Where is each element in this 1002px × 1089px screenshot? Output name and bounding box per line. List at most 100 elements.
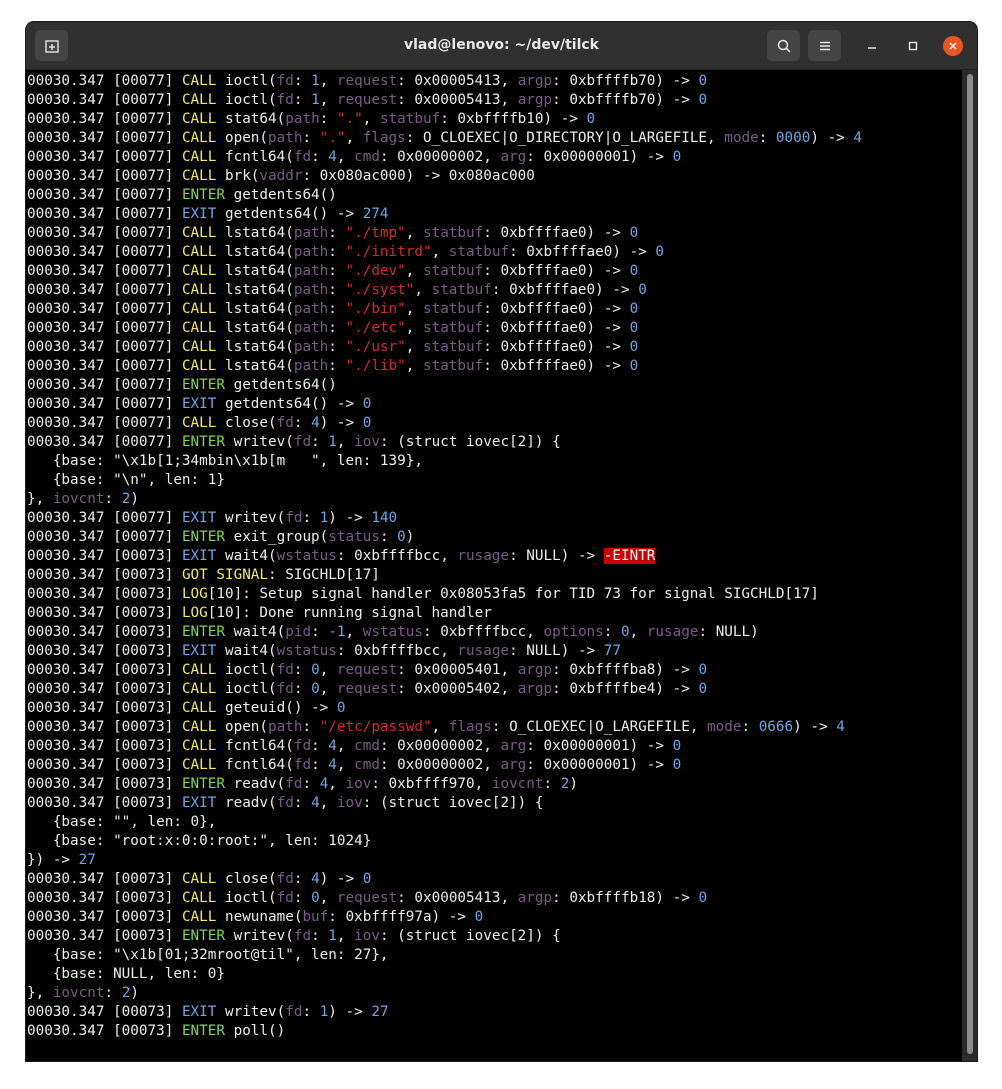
- number-value: 0: [672, 149, 682, 165]
- text-segment: lstat64(: [216, 225, 294, 241]
- text-segment: fcntl64(: [216, 738, 294, 754]
- text-segment: :: [379, 529, 398, 545]
- number-value: 1: [311, 92, 320, 108]
- terminal-line: }, iovcnt: 2): [27, 490, 139, 509]
- text-segment: 00030.347 [00073]: [27, 605, 182, 621]
- text-segment: 00030.347 [00077]: [27, 377, 182, 393]
- terminal-output[interactable]: 00030.347 [00077] CALL ioctl(fd: 1, requ…: [26, 70, 962, 1061]
- text-segment: : 0x00000002,: [379, 757, 501, 773]
- param-name: argp: [517, 662, 553, 678]
- text-segment: ,: [405, 301, 423, 317]
- number-value: 0: [698, 92, 708, 108]
- param-name: status: [328, 529, 380, 545]
- text-segment: :: [311, 434, 329, 450]
- number-value: 4: [311, 415, 320, 431]
- text-segment: 00030.347 [00077]: [27, 168, 182, 184]
- exit-keyword: EXIT: [181, 795, 217, 811]
- scrollbar-thumb[interactable]: [967, 74, 973, 1054]
- text-segment: : 0x00005413,: [397, 73, 518, 89]
- param-name: iovcnt: [52, 491, 105, 507]
- text-segment: 00030.347 [00077]: [27, 396, 182, 412]
- text-segment: :: [328, 282, 346, 298]
- text-segment: : SIGCHLD[17]: [268, 567, 380, 583]
- text-segment: ,: [405, 339, 423, 355]
- terminal-line: }) -> 27: [27, 851, 96, 870]
- text-segment: ): [405, 529, 415, 545]
- text-segment: [10]: Done running signal handler: [207, 605, 492, 621]
- hamburger-menu-icon: [819, 41, 830, 50]
- text-segment: ,: [336, 928, 355, 944]
- text-segment: :: [311, 624, 329, 640]
- text-segment: : 0xbffffae0) ->: [483, 339, 630, 355]
- text-segment: ,: [405, 263, 423, 279]
- text-segment: : 0x00005401,: [397, 662, 518, 678]
- param-name: mode: [724, 130, 759, 146]
- text-segment: 00030.347 [00077]: [27, 225, 182, 241]
- maximize-button[interactable]: [903, 36, 923, 56]
- text-segment: ,: [345, 624, 363, 640]
- minimize-button[interactable]: [862, 36, 882, 56]
- param-name: statbuf: [422, 320, 484, 336]
- terminal-line: 00030.347 [00077] CALL lstat64(path: "./…: [27, 300, 638, 319]
- enter-keyword: ENTER: [181, 624, 225, 640]
- number-value: 0: [362, 871, 372, 887]
- terminal-line: 00030.347 [00073] CALL ioctl(fd: 0, requ…: [27, 680, 707, 699]
- text-segment: : 0x00005413,: [397, 92, 518, 108]
- terminal-line: {base: "", len: 0},: [27, 813, 217, 832]
- text-segment: ioctl(: [216, 681, 277, 697]
- call-keyword: CALL: [181, 225, 217, 241]
- text-segment: 00030.347 [00073]: [27, 681, 182, 697]
- call-keyword: CALL: [181, 168, 217, 184]
- terminal-line: {base: "\x1b[1;34mbin\x1b[m ", len: 139}…: [27, 452, 423, 471]
- param-name: buf: [302, 909, 329, 925]
- text-segment: ) ->: [319, 415, 363, 431]
- text-segment: 00030.347 [00073]: [27, 624, 182, 640]
- call-keyword: CALL: [181, 890, 217, 906]
- string-value: "./etc": [345, 320, 406, 336]
- maximize-icon: [908, 41, 918, 51]
- terminal-line: 00030.347 [00077] CALL open(path: ".", f…: [27, 129, 862, 148]
- text-segment: 00030.347 [00077]: [27, 73, 182, 89]
- text-segment: :: [104, 985, 122, 1001]
- close-icon: [949, 42, 957, 50]
- text-segment: 00030.347 [00073]: [27, 1023, 182, 1039]
- text-segment: :: [293, 681, 312, 697]
- text-segment: :: [311, 757, 329, 773]
- text-segment: newuname(: [216, 909, 303, 925]
- search-button[interactable]: [767, 30, 800, 61]
- call-keyword: CALL: [181, 909, 217, 925]
- terminal-line: 00030.347 [00077] CALL fcntl64(fd: 4, cm…: [27, 148, 681, 167]
- menu-button[interactable]: [808, 30, 841, 61]
- call-keyword: CALL: [181, 339, 217, 355]
- text-segment: :: [302, 719, 320, 735]
- call-keyword: CALL: [181, 73, 217, 89]
- close-button[interactable]: [943, 36, 963, 56]
- text-segment: 00030.347 [00077]: [27, 358, 182, 374]
- terminal-line: 00030.347 [00077] ENTER writev(fd: 1, io…: [27, 433, 561, 452]
- enter-keyword: ENTER: [181, 1023, 225, 1039]
- text-segment: : 0x00000001) ->: [526, 149, 673, 165]
- terminal-line: 00030.347 [00073] EXIT writev(fd: 1) -> …: [27, 1003, 389, 1022]
- scrollbar[interactable]: [962, 70, 977, 1061]
- terminal-line: 00030.347 [00073] LOG[10]: Done running …: [27, 604, 492, 623]
- param-name: arg: [500, 757, 527, 773]
- terminal-line: 00030.347 [00073] EXIT wait4(wstatus: 0x…: [27, 642, 621, 661]
- number-value: 140: [371, 510, 398, 526]
- number-value: 4: [836, 719, 845, 735]
- number-value: 0: [397, 529, 406, 545]
- param-name: fd: [276, 92, 294, 108]
- number-value: 4: [311, 871, 320, 887]
- text-segment: {base: "\x1b[01;32mroot@til", len: 27},: [27, 947, 389, 963]
- text-segment: ioctl(: [216, 92, 277, 108]
- text-segment: lstat64(: [216, 358, 294, 374]
- param-name: iov: [336, 795, 363, 811]
- number-value: 1: [319, 1004, 329, 1020]
- text-segment: :: [302, 776, 320, 792]
- log-keyword: LOG: [181, 605, 208, 621]
- terminal-line: 00030.347 [00077] CALL ioctl(fd: 1, requ…: [27, 91, 707, 110]
- call-keyword: CALL: [181, 681, 217, 697]
- text-segment: 00030.347 [00077]: [27, 510, 182, 526]
- param-name: request: [336, 73, 398, 89]
- text-segment: ,: [414, 282, 432, 298]
- text-segment: ,: [319, 662, 337, 678]
